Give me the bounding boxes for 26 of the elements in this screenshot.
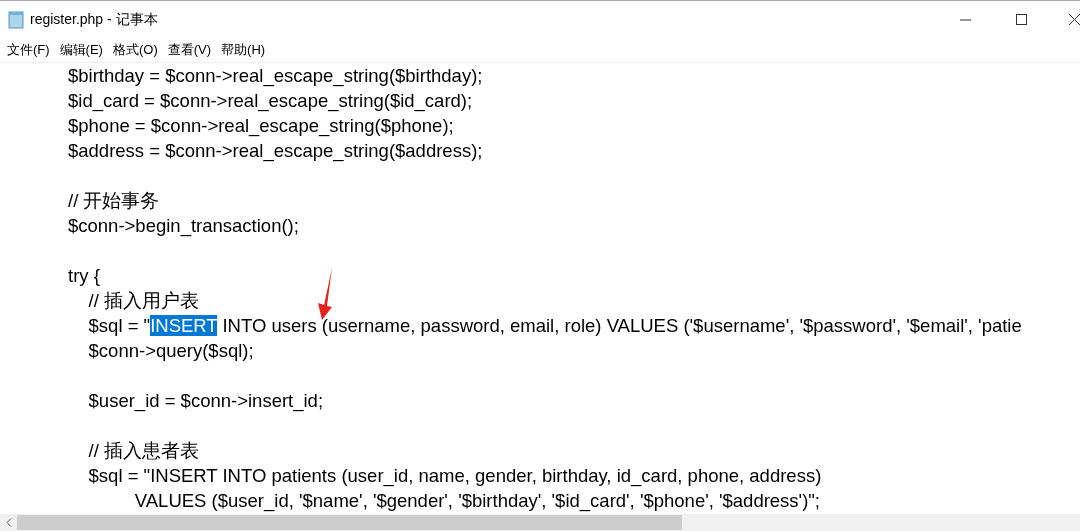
code-line: $id_card = $conn->real_escape_string($id_card); <box>68 89 474 113</box>
code-line: $phone = $conn->real_escape_string($phone); <box>68 114 455 138</box>
code-line: // 插入用户表 <box>87 289 200 313</box>
code-line: $user_id = $conn->insert_id; <box>87 389 325 413</box>
horizontal-scrollbar[interactable] <box>0 514 1080 531</box>
menu-item[interactable]: 查看(V) <box>162 41 217 59</box>
maximize-icon <box>1015 14 1027 25</box>
window-title: register.php - 记事本 <box>30 10 159 29</box>
menu-item[interactable]: 编辑(E) <box>54 41 108 59</box>
code-line: $address = $conn->real_escape_string($address); <box>68 139 484 163</box>
code-line: $sql = "INSERT INTO users (username, password, email, role) VALUES ('$username', '$password', '$email', 'patie <box>87 314 1023 338</box>
close-icon <box>1069 14 1080 25</box>
code-line: $conn->query($sql); <box>87 339 255 363</box>
code-line: $sql = "INSERT INTO patients (user_id, name, gender, birthday, id_card, phone, address) <box>87 464 823 488</box>
scroll-thumb[interactable] <box>17 515 682 530</box>
menu-item[interactable]: 文件(F) <box>2 41 55 59</box>
code-line: // 开始事务 <box>68 189 161 213</box>
menu-item[interactable]: 帮助(H) <box>216 41 271 59</box>
chevron-left-icon <box>5 518 12 527</box>
code-line: $conn->begin_transaction(); <box>68 214 300 238</box>
code-line: VALUES ($user_id, '$name', '$gender', '$birthday', '$id_card', '$phone', '$address')"; <box>133 489 821 513</box>
menu-item[interactable]: 格式(O) <box>107 41 163 59</box>
code-line: // 插入患者表 <box>87 439 200 463</box>
notepad-icon <box>8 10 24 29</box>
code-line: try { <box>68 264 101 288</box>
code-line: $birthday = $conn->real_escape_string($birthday); <box>68 64 484 88</box>
